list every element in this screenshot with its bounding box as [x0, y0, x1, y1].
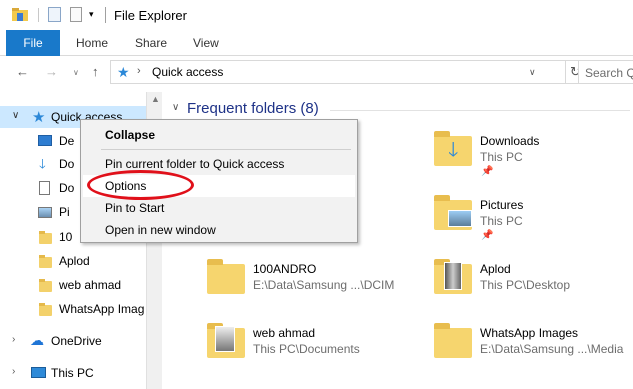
folder-tile-pictures[interactable]: Pictures This PC 📌	[434, 195, 633, 254]
group-header[interactable]: Frequent folders (8)	[187, 100, 319, 117]
folder-icon	[39, 231, 52, 244]
folder-name: Pictures	[480, 198, 524, 212]
cloud-icon: ☁	[30, 332, 44, 348]
sidebar-item-label: De	[59, 134, 75, 148]
star-icon: ★	[117, 64, 130, 80]
downloads-icon: 🡓	[39, 156, 46, 171]
sidebar-item-whatsapp-images[interactable]: WhatsApp Imag	[0, 298, 146, 320]
annotation-ellipse	[87, 170, 194, 200]
divider	[38, 8, 39, 22]
ribbon-tabs: File Home Share View	[0, 30, 633, 56]
folder-name: web ahmad	[253, 326, 316, 340]
pictures-folder-icon	[434, 195, 472, 230]
sidebar-item-label: This PC	[51, 366, 94, 380]
back-arrow-icon[interactable]: ←	[16, 64, 29, 79]
folder-path: E:\Data\Samsung ...\DCIM	[253, 278, 395, 292]
window-title: File Explorer	[114, 8, 187, 23]
menu-item-label: Collapse	[105, 128, 156, 142]
menu-item-label: Open in new window	[105, 223, 216, 237]
title-bar: ▾ File Explorer	[0, 0, 633, 30]
menu-item-pin-to-start[interactable]: Pin to Start	[83, 197, 355, 219]
folder-name: WhatsApp Images	[480, 326, 579, 340]
properties-icon[interactable]	[48, 7, 61, 22]
tab-view[interactable]: View	[193, 30, 219, 56]
folder-path: This PC	[480, 214, 523, 228]
desktop-icon	[38, 135, 52, 146]
pin-icon: 📌	[481, 230, 494, 241]
forward-arrow-icon[interactable]: →	[45, 64, 58, 79]
chevron-down-icon[interactable]: ∨	[529, 67, 536, 78]
address-bar[interactable]: ★ › Quick access ∨	[110, 60, 566, 84]
folder-icon	[434, 259, 472, 294]
folder-icon	[39, 255, 52, 268]
search-input[interactable]: Search Q	[578, 60, 633, 84]
folder-icon	[207, 259, 245, 294]
chevron-down-icon[interactable]: ∨	[12, 110, 19, 121]
sidebar-item-label: Pi	[59, 205, 70, 219]
search-placeholder: Search Q	[585, 66, 633, 80]
sidebar-item-label: WhatsApp Imag	[59, 302, 145, 316]
folder-tile-downloads[interactable]: 🡓 Downloads This PC 📌	[434, 131, 633, 190]
folder-icon	[12, 8, 28, 21]
menu-item-collapse[interactable]: Collapse	[83, 124, 355, 146]
divider	[330, 110, 630, 111]
folder-tile-whatsapp-images[interactable]: WhatsApp Images E:\Data\Samsung ...\Medi…	[434, 323, 633, 382]
documents-icon	[39, 181, 50, 195]
computer-icon	[31, 367, 46, 378]
chevron-right-icon[interactable]: ›	[12, 334, 15, 345]
folder-name: 100ANDRO	[253, 262, 317, 276]
divider	[105, 7, 106, 23]
folder-tile-aplod[interactable]: Aplod This PC\Desktop	[434, 259, 633, 318]
address-location[interactable]: Quick access	[152, 65, 223, 79]
sidebar-item-this-pc[interactable]: › This PC	[0, 362, 146, 384]
sidebar-item-label: Do	[59, 181, 75, 195]
chevron-right-icon[interactable]: ›	[12, 366, 15, 377]
sidebar-item-label: Aplod	[59, 254, 90, 268]
customize-toolbar-dropdown-icon[interactable]: ▾	[89, 9, 94, 20]
menu-separator	[101, 149, 351, 150]
folder-icon	[434, 323, 472, 358]
recent-locations-icon[interactable]: ∨	[73, 68, 79, 77]
downloads-folder-icon: 🡓	[434, 131, 472, 166]
menu-item-label: Pin current folder to Quick access	[105, 157, 285, 171]
folder-tile-web-ahmad[interactable]: web ahmad This PC\Documents	[207, 323, 437, 382]
folder-path: E:\Data\Samsung ...\Media	[480, 342, 624, 356]
star-icon: ★	[32, 109, 46, 126]
up-arrow-icon[interactable]: ↑	[92, 64, 99, 79]
sidebar-item-label: OneDrive	[51, 334, 102, 348]
folder-path: This PC	[480, 150, 523, 164]
menu-item-label: Pin to Start	[105, 201, 165, 215]
chevron-down-icon[interactable]: ∨	[172, 102, 179, 113]
folder-icon	[39, 303, 52, 316]
menu-item-open-new-window[interactable]: Open in new window	[83, 219, 355, 241]
folder-icon	[207, 323, 245, 358]
chevron-right-icon[interactable]: ›	[137, 65, 141, 77]
folder-name: Downloads	[480, 134, 540, 148]
new-folder-icon[interactable]	[70, 7, 82, 22]
pictures-icon	[38, 207, 52, 218]
folder-path: This PC\Desktop	[480, 278, 571, 292]
tab-share[interactable]: Share	[135, 30, 167, 56]
sidebar-item-label: web ahmad	[59, 278, 122, 292]
tab-home[interactable]: Home	[76, 30, 108, 56]
folder-tile-100andro[interactable]: 100ANDRO E:\Data\Samsung ...\DCIM	[207, 259, 437, 318]
sidebar-item-label: Do	[59, 157, 75, 171]
sidebar-item-aplod[interactable]: Aplod	[0, 250, 146, 272]
sidebar-item-onedrive[interactable]: › ☁ OneDrive	[0, 330, 146, 352]
scroll-up-icon[interactable]: ▲	[151, 94, 160, 104]
folder-name: Aplod	[480, 262, 511, 276]
navigation-bar: ← → ∨ ↑ ★ › Quick access ∨ ↻ Search Q	[0, 56, 633, 88]
tab-file[interactable]: File	[6, 30, 60, 56]
sidebar-item-web-ahmad[interactable]: web ahmad	[0, 274, 146, 296]
folder-icon	[39, 279, 52, 292]
sidebar-item-label: 10	[59, 230, 73, 244]
pin-icon: 📌	[481, 166, 494, 177]
folder-path: This PC\Documents	[253, 342, 360, 356]
